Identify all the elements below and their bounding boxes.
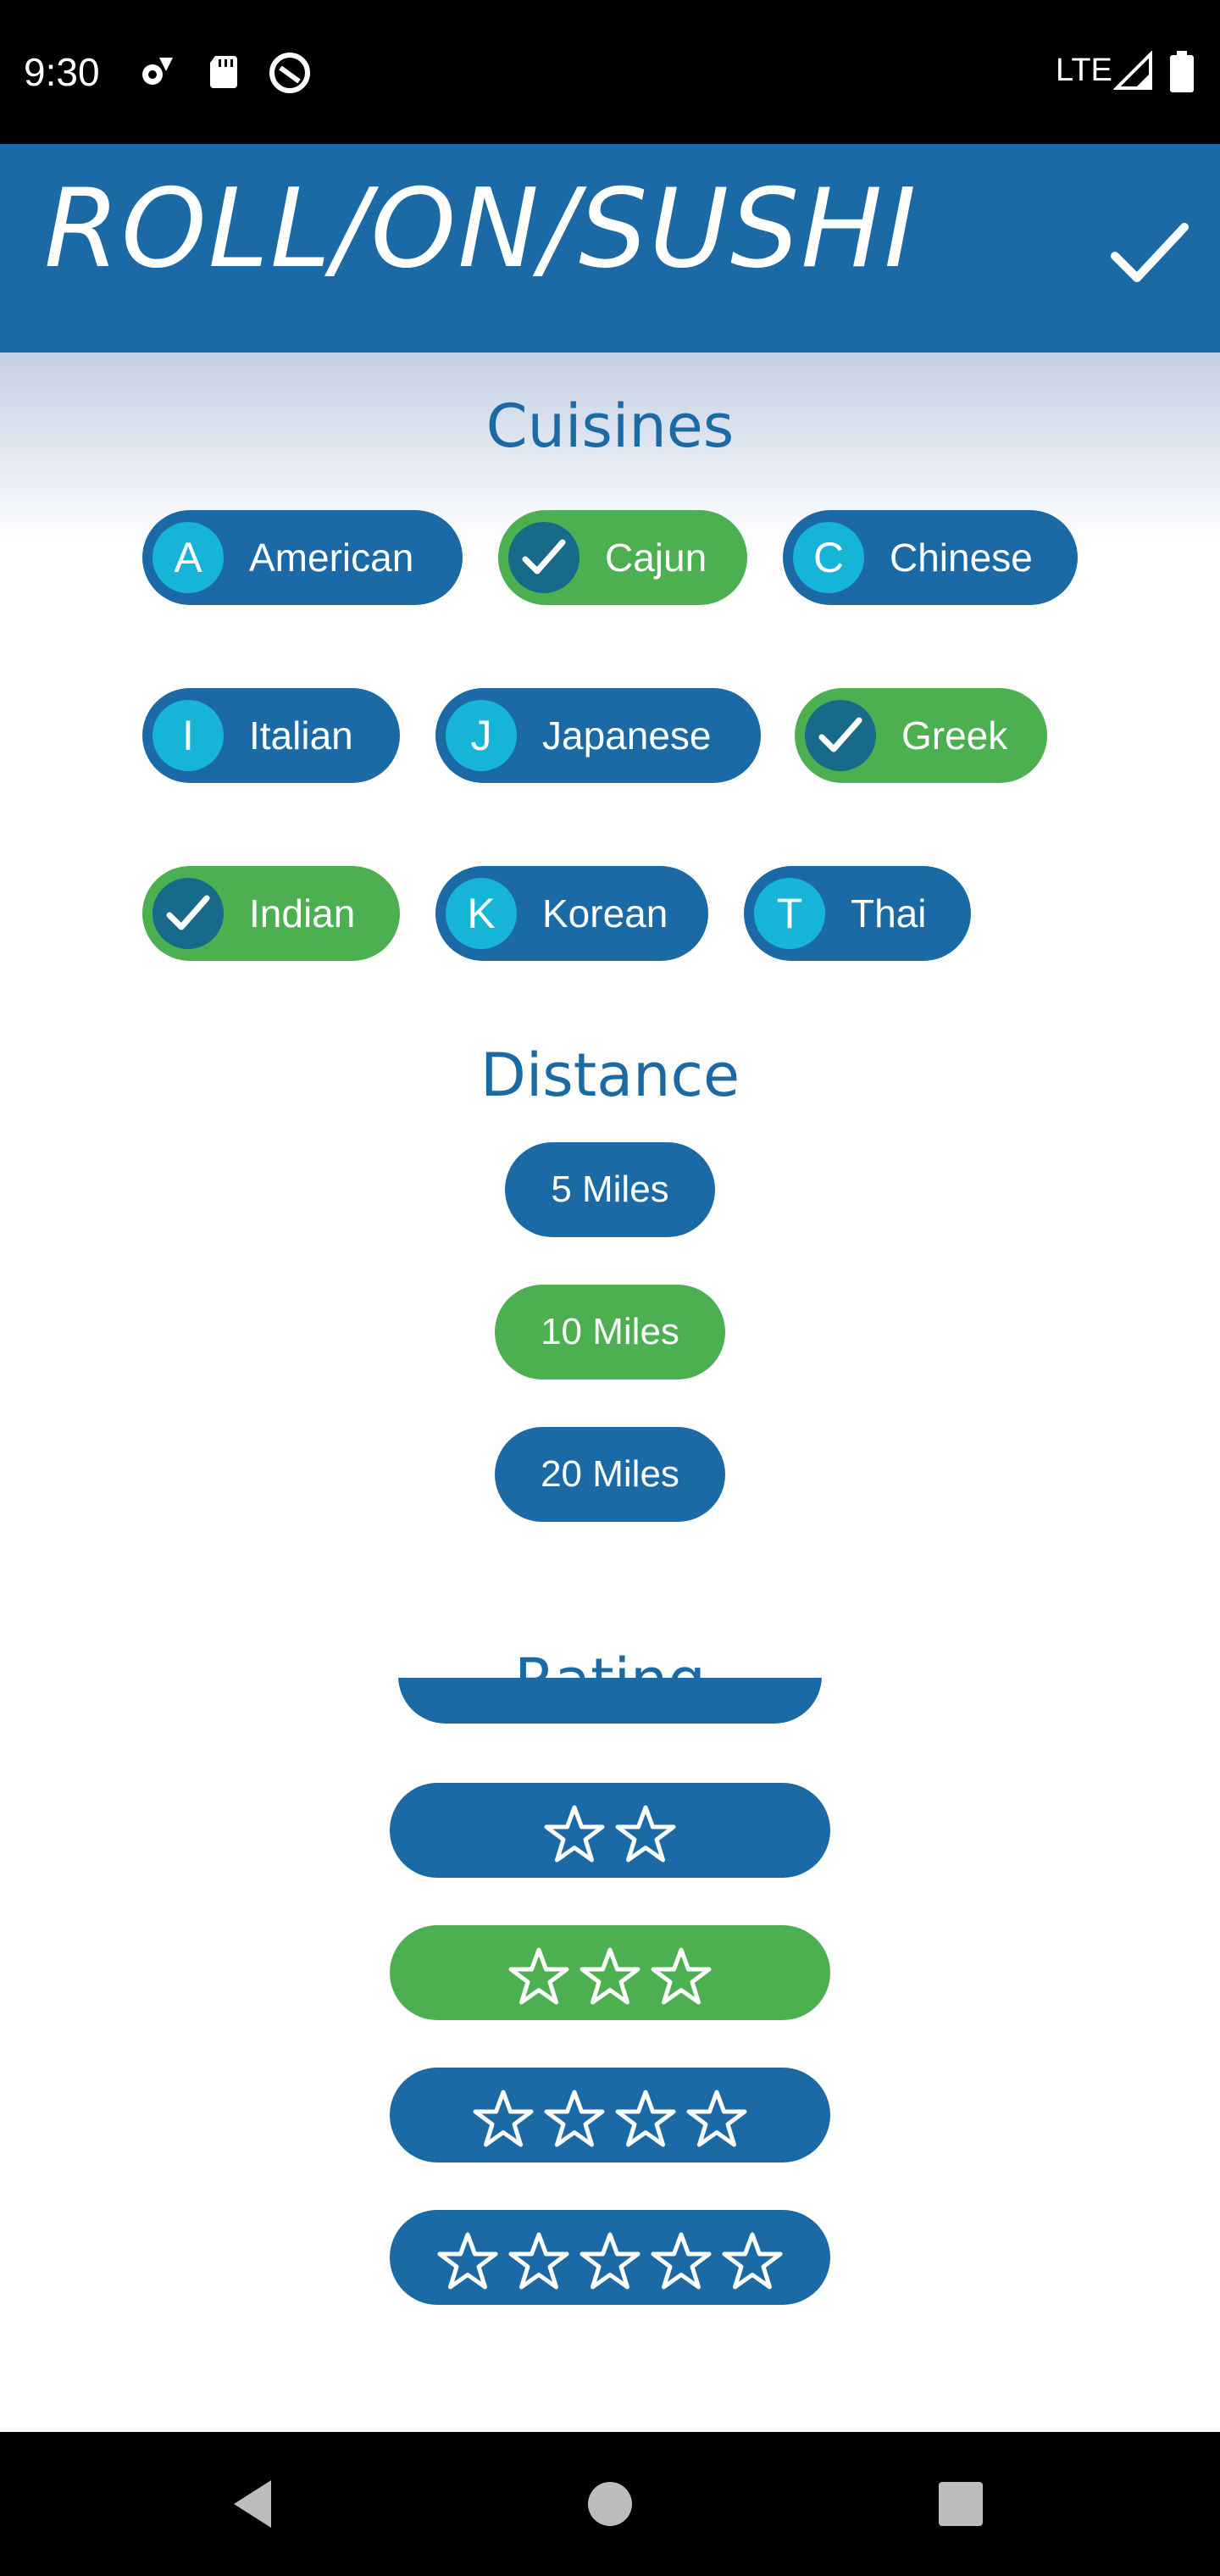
distance-option-10[interactable]: 10 Miles (495, 1285, 725, 1380)
signal-icon (1112, 50, 1154, 92)
chip-korean[interactable]: K Korean (435, 866, 708, 961)
star-icon (544, 2090, 605, 2147)
chip-label: Cajun (605, 536, 707, 580)
network-label: LTE (1056, 53, 1112, 88)
star-icon (508, 2232, 569, 2290)
star-icon (615, 2090, 676, 2147)
chip-label: American (249, 536, 414, 580)
chip-avatar: A (152, 522, 224, 593)
check-icon (152, 878, 224, 949)
settings-icon (136, 51, 176, 92)
chip-avatar: T (754, 878, 825, 949)
home-icon[interactable] (576, 2470, 644, 2538)
chip-avatar: I (152, 700, 224, 771)
chip-label: Chinese (890, 536, 1033, 580)
status-bar: 9:30 LTE (0, 0, 1220, 144)
chip-italian[interactable]: I Italian (142, 688, 400, 783)
star-icon (544, 1805, 605, 1863)
chip-avatar: K (446, 878, 517, 949)
rating-option-5[interactable] (390, 2210, 830, 2305)
battery-icon (1167, 51, 1208, 92)
distance-option-5[interactable]: 5 Miles (505, 1142, 715, 1237)
chip-label: Japanese (542, 713, 712, 758)
star-icon (580, 1947, 640, 2005)
star-icon (651, 2232, 712, 2290)
chip-chinese[interactable]: C Chinese (783, 510, 1078, 605)
do-not-disturb-icon (268, 51, 310, 93)
status-time: 9:30 (24, 50, 100, 94)
rating-title: Rating (514, 1646, 706, 1715)
star-icon (580, 2232, 640, 2290)
chip-avatar: C (793, 522, 864, 593)
star-icon (437, 2232, 498, 2290)
chip-indian[interactable]: Indian (142, 866, 400, 961)
app-title: ROLL/ON/SUSHI (44, 166, 918, 292)
chip-cajun[interactable]: Cajun (498, 510, 747, 605)
app-bar: ROLL/ON/SUSHI (0, 144, 1220, 353)
check-icon (508, 522, 580, 593)
star-icon (473, 2090, 534, 2147)
chip-label: Thai (851, 891, 927, 935)
chip-greek[interactable]: Greek (795, 688, 1047, 783)
sd-card-icon (203, 51, 244, 92)
navigation-bar (0, 2432, 1220, 2576)
chip-thai[interactable]: T Thai (744, 866, 971, 961)
rating-option-4[interactable] (390, 2068, 830, 2162)
star-icon (615, 1805, 676, 1863)
recents-icon[interactable] (927, 2470, 995, 2538)
star-icon (651, 1947, 712, 2005)
chip-avatar: J (446, 700, 517, 771)
star-icon (722, 2232, 783, 2290)
star-icon (686, 2090, 747, 2147)
distance-option-20[interactable]: 20 Miles (495, 1427, 725, 1522)
chip-japanese[interactable]: J Japanese (435, 688, 761, 783)
star-icon (508, 1947, 569, 2005)
chip-label: Greek (901, 713, 1008, 758)
check-icon (805, 700, 876, 771)
chip-label: Korean (542, 891, 668, 935)
chip-american[interactable]: A American (142, 510, 463, 605)
check-icon[interactable] (1110, 219, 1190, 286)
chip-label: Italian (249, 713, 353, 758)
distance-title: Distance (480, 1041, 740, 1110)
chip-label: Indian (249, 891, 356, 935)
rating-option-2[interactable] (390, 1783, 830, 1878)
back-icon[interactable] (220, 2470, 288, 2538)
rating-option-3[interactable] (390, 1925, 830, 2020)
cuisines-title: Cuisines (485, 391, 735, 461)
